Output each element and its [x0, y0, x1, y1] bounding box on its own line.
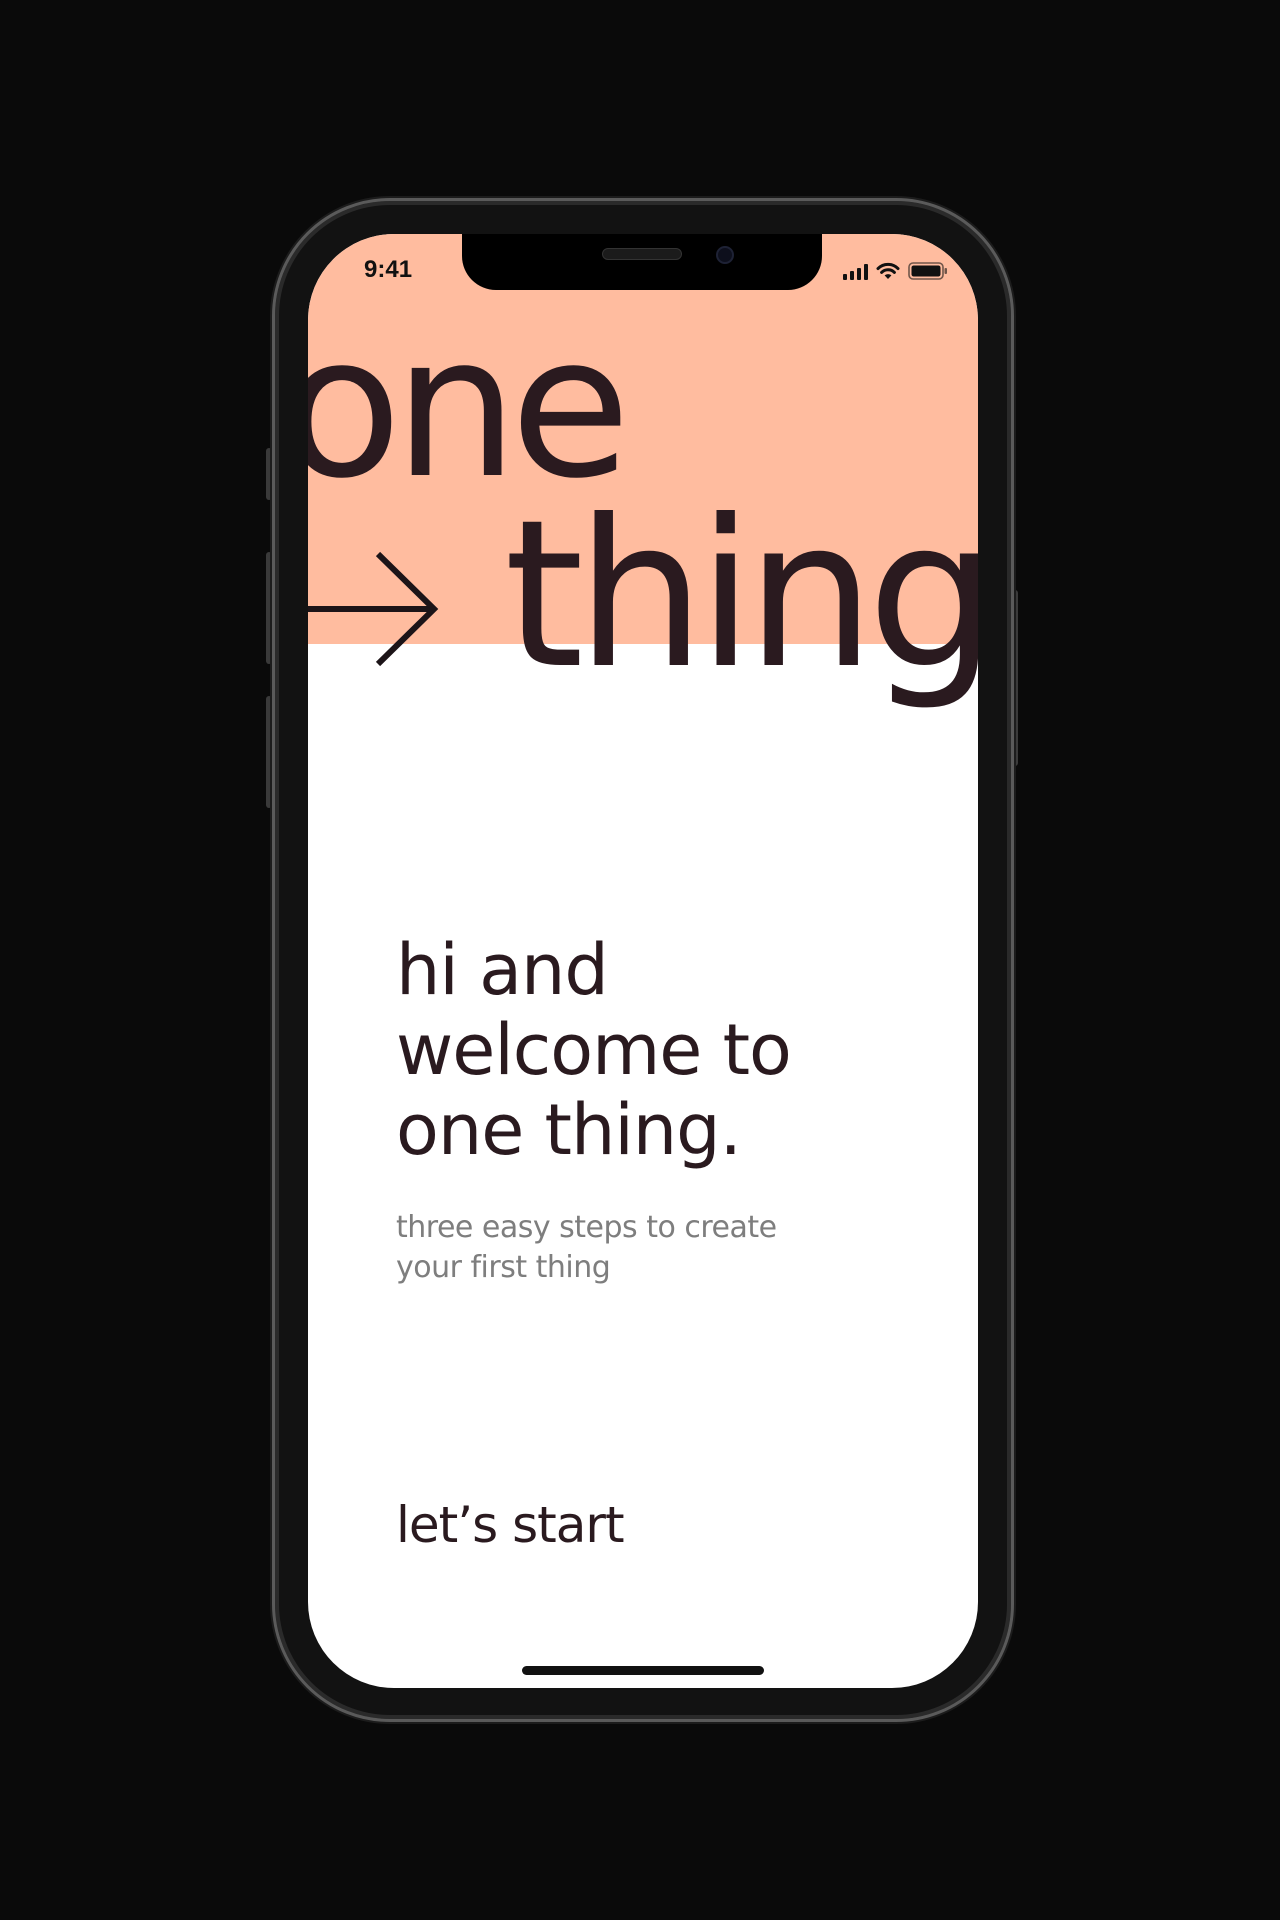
welcome-subtitle: three easy steps to create your first th… [396, 1210, 777, 1285]
wifi-icon [876, 262, 900, 279]
status-icons [843, 262, 948, 280]
phone-screen: 9:41 one thing hi and welcome to one thi… [308, 234, 978, 1688]
notch [462, 234, 822, 290]
home-indicator[interactable] [522, 1666, 764, 1675]
speaker-grille [602, 248, 682, 260]
lets-start-button[interactable]: let’s start [396, 1500, 625, 1550]
signal-icon [843, 264, 868, 280]
welcome-heading: hi and welcome to one thing. [396, 929, 792, 1171]
front-camera [716, 246, 734, 264]
battery-icon [908, 262, 947, 280]
arrow-right-icon [308, 551, 439, 667]
hero-word-thing: thing [504, 477, 978, 714]
status-time: 9:41 [364, 256, 413, 283]
